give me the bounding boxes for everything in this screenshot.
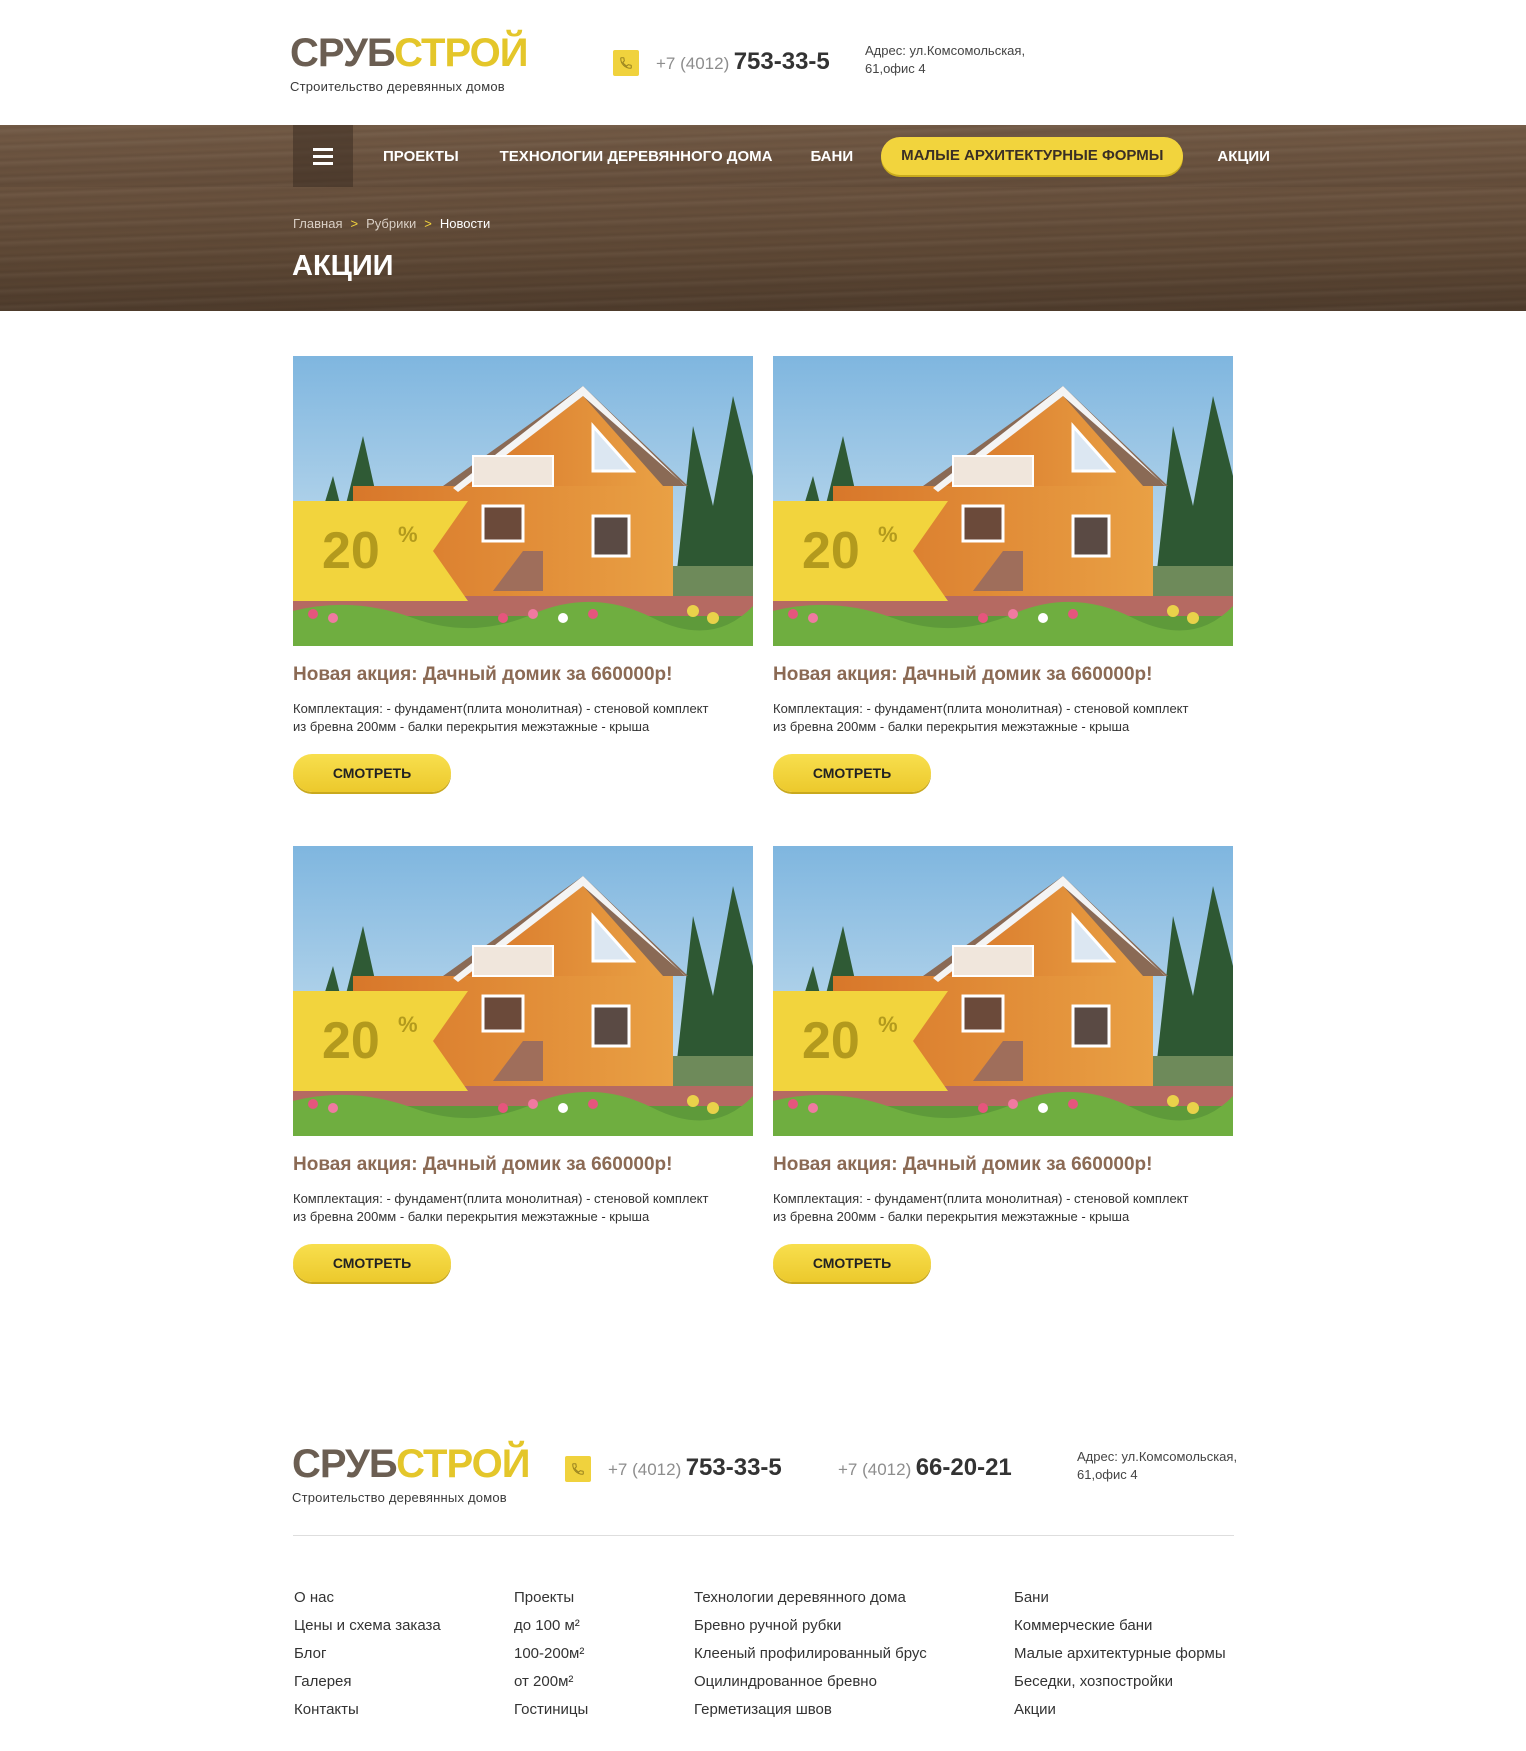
- promo-card: 20% Новая акция: Дачный домик за 660000р!…: [773, 846, 1233, 1282]
- footer-link[interactable]: Акции: [1014, 1696, 1226, 1724]
- phone-icon: [565, 1456, 591, 1482]
- view-button[interactable]: СМОТРЕТЬ: [773, 1244, 931, 1282]
- footer-link[interactable]: Контакты: [294, 1696, 441, 1724]
- footer-link[interactable]: Цены и схема заказа: [294, 1612, 441, 1640]
- promo-card: 20% Новая акция: Дачный домик за 660000р!…: [293, 846, 753, 1282]
- breadcrumb-separator: >: [350, 216, 359, 231]
- footer-link[interactable]: Герметизация швов: [694, 1696, 927, 1724]
- discount-value: 20: [322, 522, 380, 580]
- logo-tagline: Строительство деревянных домов: [292, 1490, 507, 1505]
- hero-banner: ПРОЕКТЫ ТЕХНОЛОГИИ ДЕРЕВЯННОГО ДОМА БАНИ…: [0, 125, 1526, 311]
- hamburger-menu-icon[interactable]: [293, 125, 353, 187]
- promo-card: 20% Новая акция: Дачный домик за 660000р!…: [293, 356, 753, 792]
- footer-link[interactable]: Технологии деревянного дома: [694, 1584, 927, 1612]
- breadcrumb-current: Новости: [439, 216, 491, 231]
- footer-link[interactable]: от 200м²: [514, 1668, 588, 1696]
- nav-item-baths[interactable]: БАНИ: [810, 148, 853, 165]
- footer-link[interactable]: Проекты: [514, 1584, 588, 1612]
- nav-item-promotions[interactable]: АКЦИИ: [1217, 148, 1270, 165]
- main-nav: ПРОЕКТЫ ТЕХНОЛОГИИ ДЕРЕВЯННОГО ДОМА БАНИ…: [293, 125, 1270, 187]
- footer-link[interactable]: Малые архитектурные формы: [1014, 1640, 1226, 1668]
- footer-phone-1[interactable]: +7 (4012) 753-33-5: [608, 1454, 782, 1482]
- promo-image[interactable]: 20%: [293, 356, 753, 646]
- footer-address: Адрес: ул.Комсомольская, 61,офис 4: [1077, 1449, 1238, 1482]
- breadcrumb-home[interactable]: Главная: [293, 216, 342, 231]
- footer-phone-2[interactable]: +7 (4012) 66-20-21: [838, 1454, 1012, 1482]
- header-logo[interactable]: СРУБСТРОЙ Строительство деревянных домов: [290, 31, 529, 94]
- footer-column-about: О нас Цены и схема заказа Блог Галерея К…: [294, 1584, 441, 1724]
- footer-link[interactable]: Галерея: [294, 1668, 441, 1696]
- logo-tagline: Строительство деревянных домов: [290, 79, 505, 94]
- phone-icon: [613, 50, 639, 76]
- footer-column-projects: Проекты до 100 м² 100-200м² от 200м² Гос…: [514, 1584, 588, 1724]
- promo-title[interactable]: Новая акция: Дачный домик за 660000р!: [773, 1154, 1233, 1176]
- logo-text: СРУБСТРОЙ: [290, 31, 529, 75]
- footer-link[interactable]: Блог: [294, 1640, 441, 1668]
- logo-text: СРУБСТРОЙ: [292, 1442, 531, 1486]
- promo-title[interactable]: Новая акция: Дачный домик за 660000р!: [293, 664, 753, 686]
- footer-logo[interactable]: СРУБСТРОЙ Строительство деревянных домов: [292, 1442, 531, 1505]
- footer-link[interactable]: Бревно ручной рубки: [694, 1612, 927, 1640]
- discount-percent-sign: %: [398, 1012, 418, 1037]
- promo-description: Комплектация: - фундамент(плита монолитн…: [773, 1191, 1189, 1224]
- nav-item-technologies[interactable]: ТЕХНОЛОГИИ ДЕРЕВЯННОГО ДОМА: [500, 148, 773, 165]
- view-button[interactable]: СМОТРЕТЬ: [293, 754, 451, 792]
- discount-percent-sign: %: [398, 522, 418, 547]
- promo-title[interactable]: Новая акция: Дачный домик за 660000р!: [773, 664, 1233, 686]
- footer-link[interactable]: Оцилиндрованное бревно: [694, 1668, 927, 1696]
- view-button[interactable]: СМОТРЕТЬ: [773, 754, 931, 792]
- promo-description: Комплектация: - фундамент(плита монолитн…: [293, 701, 709, 734]
- promo-description: Комплектация: - фундамент(плита монолитн…: [773, 701, 1189, 734]
- footer-link[interactable]: Коммерческие бани: [1014, 1612, 1226, 1640]
- footer-link[interactable]: до 100 м²: [514, 1612, 588, 1640]
- view-button[interactable]: СМОТРЕТЬ: [293, 1244, 451, 1282]
- discount-value: 20: [322, 1012, 380, 1070]
- discount-value: 20: [802, 1012, 860, 1070]
- nav-item-projects[interactable]: ПРОЕКТЫ: [383, 148, 459, 165]
- footer-link[interactable]: 100-200м²: [514, 1640, 588, 1668]
- footer-link[interactable]: Клееный профилированный брус: [694, 1640, 927, 1668]
- footer-link[interactable]: Гостиницы: [514, 1696, 588, 1724]
- promo-card: 20% Новая акция: Дачный домик за 660000р!…: [773, 356, 1233, 792]
- header-phone[interactable]: +7 (4012) 753-33-5: [656, 48, 830, 76]
- discount-percent-sign: %: [878, 522, 898, 547]
- header-address: Адрес: ул.Комсомольская, 61,офис 4: [865, 43, 1026, 76]
- promo-title[interactable]: Новая акция: Дачный домик за 660000р!: [293, 1154, 753, 1176]
- footer-column-baths: Бани Коммерческие бани Малые архитектурн…: [1014, 1584, 1226, 1724]
- breadcrumb-separator: >: [424, 216, 432, 231]
- footer-link[interactable]: О нас: [294, 1584, 441, 1612]
- footer-divider: [293, 1535, 1234, 1536]
- nav-item-small-architecture[interactable]: МАЛЫЕ АРХИТЕКТУРНЫЕ ФОРМЫ: [881, 137, 1184, 175]
- promo-image[interactable]: 20%: [293, 846, 753, 1136]
- promo-image[interactable]: 20%: [773, 356, 1233, 646]
- page-title: АКЦИИ: [292, 250, 394, 282]
- footer-link[interactable]: Бани: [1014, 1584, 1226, 1612]
- discount-percent-sign: %: [878, 1012, 898, 1037]
- discount-value: 20: [802, 522, 860, 580]
- footer-column-technologies: Технологии деревянного дома Бревно ручно…: [694, 1584, 927, 1724]
- footer-link[interactable]: Беседки, хозпостройки: [1014, 1668, 1226, 1696]
- promo-description: Комплектация: - фундамент(плита монолитн…: [293, 1191, 709, 1224]
- breadcrumb: Главная > Рубрики > Новости: [293, 216, 490, 231]
- breadcrumb-rubrics[interactable]: Рубрики: [366, 216, 416, 231]
- promo-image[interactable]: 20%: [773, 846, 1233, 1136]
